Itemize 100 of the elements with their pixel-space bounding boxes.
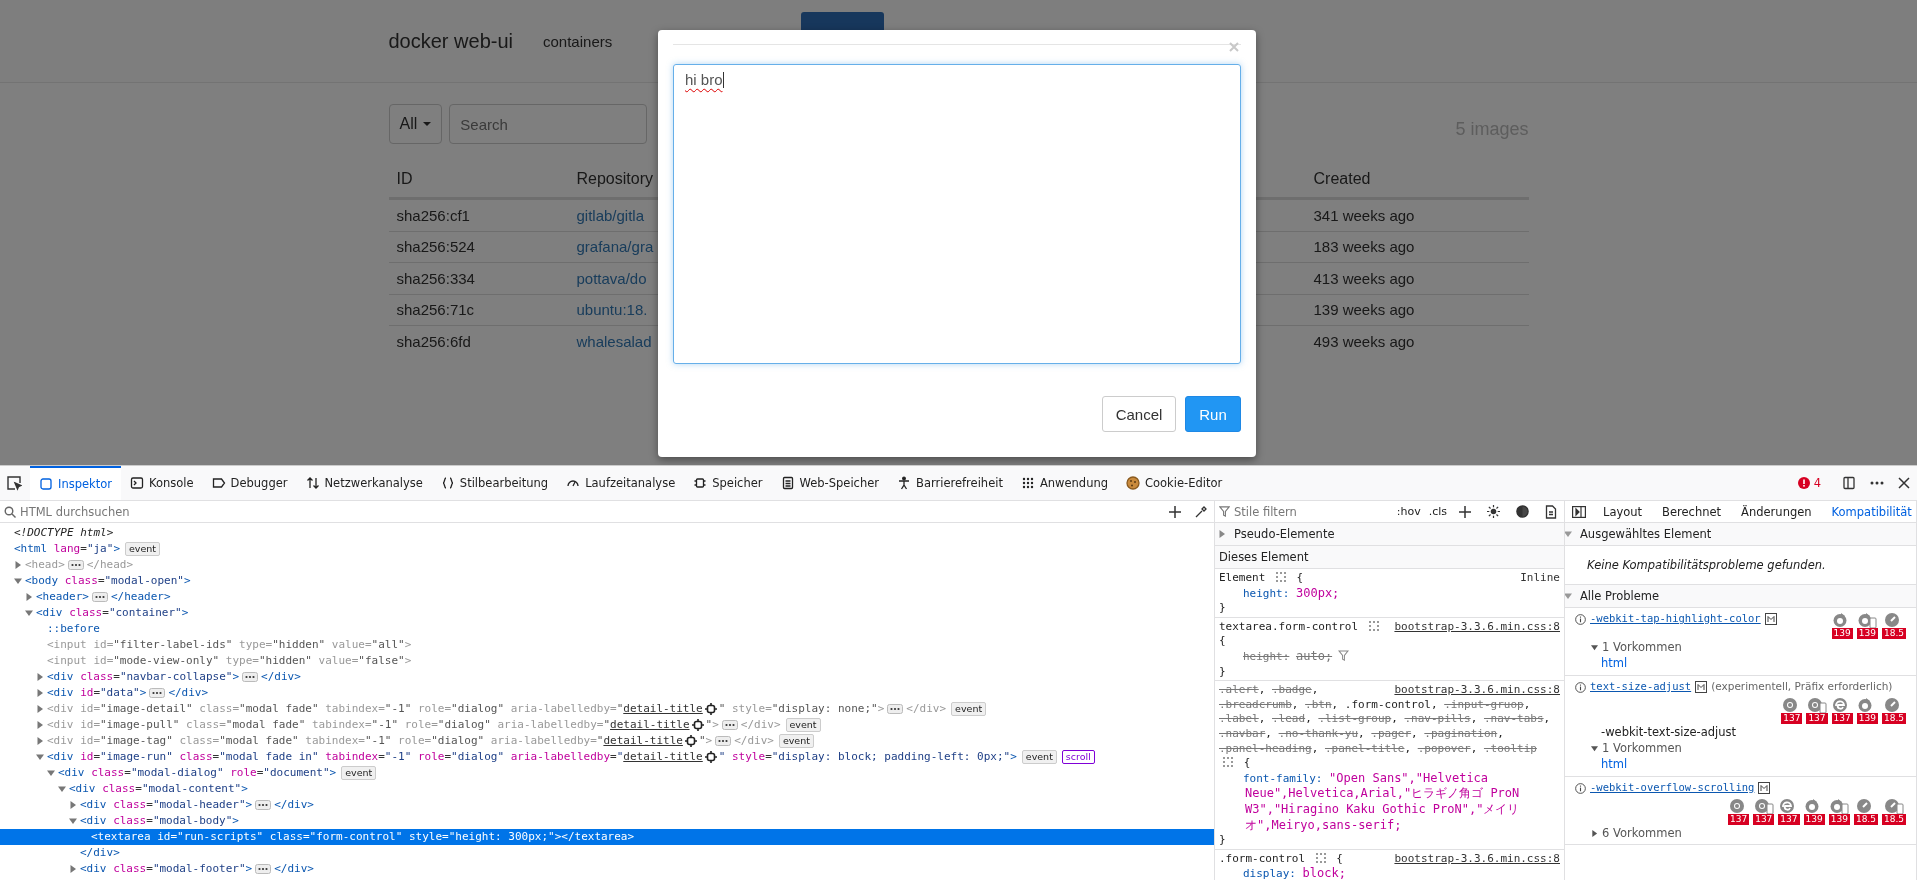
crosshair-icon[interactable] [704, 703, 717, 715]
add-icon[interactable] [1459, 505, 1471, 518]
tree-row[interactable]: <html lang="ja"> event [0, 541, 1214, 557]
grid-icon[interactable] [1223, 757, 1233, 768]
tree-row[interactable]: <div class="navbar-collapse"> </div> [0, 669, 1214, 685]
grid-icon[interactable] [1276, 572, 1286, 582]
source-link[interactable]: bootstrap-3.3.6.min.css:8 [1394, 683, 1560, 698]
collapsed-content-icon[interactable] [887, 704, 904, 714]
disclosure-triangle-icon[interactable] [36, 705, 44, 713]
tree-row[interactable]: <input id="filter-label-ids" type="hidden" value="all"> [0, 637, 1214, 653]
disclosure-triangle-icon[interactable] [47, 769, 55, 777]
collapsed-content-icon[interactable] [715, 736, 732, 746]
section-header[interactable]: Alle Probleme [1565, 585, 1916, 608]
disclosure-triangle-icon[interactable] [36, 721, 44, 729]
element-picker-icon[interactable] [6, 475, 22, 491]
close-icon[interactable] [1898, 477, 1910, 489]
scroll-badge[interactable]: scroll [1061, 750, 1095, 764]
sun-icon[interactable] [1487, 505, 1500, 518]
disclosure-triangle-icon[interactable] [36, 753, 44, 761]
mdn-icon[interactable] [1764, 613, 1777, 625]
tree-row[interactable]: </div> [0, 845, 1214, 861]
sidebar-toggle-icon[interactable] [1572, 505, 1586, 518]
disclosure-triangle-icon[interactable] [69, 817, 77, 825]
property-link[interactable]: -webkit-overflow-scrolling [1590, 781, 1755, 793]
event-badge[interactable]: event [341, 766, 377, 780]
disclosure-triangle-icon[interactable] [1591, 829, 1598, 837]
tree-row[interactable]: <div class="modal-body"> [0, 813, 1214, 829]
disclosure-triangle-icon[interactable] [69, 801, 77, 809]
disclosure-triangle-icon[interactable] [1218, 530, 1226, 538]
styles-filter-field[interactable]: Stile filtern [1215, 501, 1392, 522]
disclosure-triangle-icon[interactable] [69, 865, 77, 873]
grid-icon[interactable] [1315, 852, 1326, 863]
tree-row[interactable]: <div id="data"> </div> [0, 685, 1214, 701]
sidebar-tab[interactable]: Berechnet [1652, 504, 1732, 519]
css-declaration[interactable]: height: auto; [1219, 648, 1560, 665]
collapsed-content-icon[interactable] [149, 688, 166, 698]
css-declaration[interactable]: height: 300px; [1219, 585, 1560, 602]
sidebar-tab[interactable]: Änderungen [1731, 504, 1822, 519]
event-badge[interactable]: event [778, 734, 814, 748]
responsive-icon[interactable] [1842, 476, 1856, 490]
disclosure-triangle-icon[interactable] [1591, 643, 1598, 651]
tree-row[interactable]: <div class="modal-dialog" role="document"> event [0, 765, 1214, 781]
event-badge[interactable]: event [125, 542, 161, 556]
tree-row[interactable]: <body class="modal-open"> [0, 573, 1214, 589]
tree-row[interactable]: ::before [0, 621, 1214, 637]
html-search-field[interactable]: HTML durchsuchen [0, 501, 1162, 522]
eyedropper-icon[interactable] [1195, 505, 1207, 518]
tree-row[interactable]: <div id="image-run" class="modal fade in" tabindex="-1" role="dialog" aria-labelledby="detail-title " style="display: block; padding-left: 0px;"> event scroll [0, 749, 1214, 765]
disclosure-triangle-icon[interactable] [25, 609, 33, 617]
cancel-button[interactable]: Cancel [1102, 396, 1176, 432]
pseudo-elements-header[interactable]: Pseudo-Elemente [1215, 523, 1564, 546]
more-icon[interactable] [1870, 481, 1884, 485]
tree-row[interactable]: <textarea id="run-scripts" class="form-control" style="height: 300px;"></textarea> [0, 829, 1214, 845]
nav-tab[interactable]: containers [543, 32, 613, 50]
collapsed-content-icon[interactable] [255, 800, 272, 810]
crosshair-icon[interactable] [704, 751, 717, 763]
event-badge[interactable]: event [1021, 750, 1057, 764]
occurrences-toggle[interactable]: 6 Vorkommen [1575, 825, 1906, 841]
contrast-icon[interactable] [1516, 505, 1529, 518]
collapsed-content-icon[interactable] [67, 560, 84, 570]
tree-row[interactable]: <div class="modal-header"> </div> [0, 797, 1214, 813]
occurrences-toggle[interactable]: 1 Vorkommen [1575, 639, 1906, 655]
crosshair-icon[interactable] [684, 735, 697, 747]
source-link[interactable]: bootstrap-3.3.6.min.css:8 [1394, 619, 1560, 635]
reference-link[interactable]: detail-title [610, 717, 690, 733]
error-icon[interactable] [1797, 477, 1810, 489]
script-textarea[interactable]: hi bro [673, 64, 1241, 364]
node-link[interactable]: html [1601, 757, 1628, 771]
section-header[interactable]: Ausgewähltes Element [1565, 523, 1916, 546]
brand-title[interactable]: docker web-ui [388, 29, 513, 53]
devtools-tab[interactable]: Speicher [684, 466, 772, 500]
event-badge[interactable]: event [785, 718, 821, 732]
pseudo-class-toggle[interactable]: :hov [1396, 505, 1421, 518]
event-badge[interactable]: event [951, 702, 987, 716]
devtools-tab[interactable]: Cookie-Editor [1117, 466, 1232, 500]
node-link[interactable]: html [1601, 656, 1628, 670]
tree-row[interactable]: <div class="modal-content"> [0, 781, 1214, 797]
devtools-tab[interactable]: Inspektor [30, 466, 121, 500]
sidebar-tab[interactable]: Layout [1593, 504, 1653, 519]
tree-row[interactable]: <header> </header> [0, 589, 1214, 605]
tree-row[interactable]: <div class="container"> [0, 605, 1214, 621]
grid-icon[interactable] [1368, 620, 1379, 631]
devtools-tab[interactable]: Konsole [121, 466, 203, 500]
devtools-tab[interactable]: Anwendung [1011, 466, 1117, 500]
crosshair-icon[interactable] [691, 719, 704, 731]
occurrences-toggle[interactable]: 1 Vorkommen [1575, 740, 1906, 756]
tree-row[interactable]: <!DOCTYPE html> [0, 525, 1214, 541]
mdn-icon[interactable] [1695, 681, 1708, 693]
source-link[interactable]: bootstrap-3.3.6.min.css:8 [1394, 851, 1560, 867]
collapsed-content-icon[interactable] [255, 864, 272, 874]
disclosure-triangle-icon[interactable] [36, 673, 44, 681]
reference-link[interactable]: detail-title [623, 701, 703, 717]
tree-row[interactable]: <div class="modal-footer"> </div> [0, 861, 1214, 877]
css-declaration[interactable]: display: block; [1219, 866, 1560, 880]
collapsed-content-icon[interactable] [721, 720, 738, 730]
devtools-tab[interactable]: Laufzeitanalyse [557, 466, 685, 500]
filter-dropdown[interactable]: All [388, 104, 443, 144]
disclosure-triangle-icon[interactable] [36, 737, 44, 745]
devtools-tab[interactable]: Stilbearbeitung [431, 466, 558, 500]
disclosure-triangle-icon[interactable] [14, 561, 22, 569]
